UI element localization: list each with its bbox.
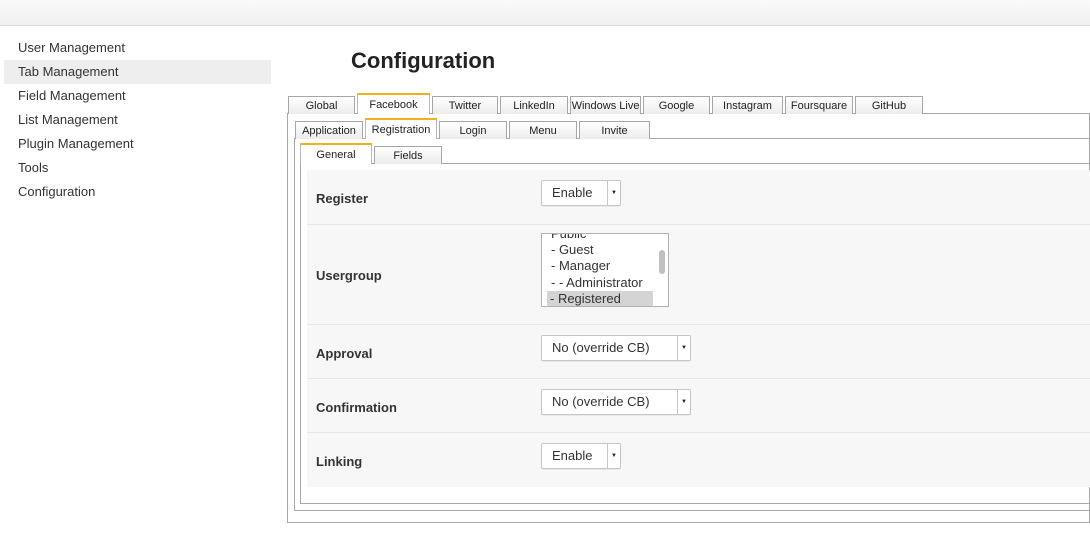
tab-fields[interactable]: Fields [374,146,442,164]
chevron-down-icon: ▼ [677,390,690,414]
tab-twitter[interactable]: Twitter [432,96,498,114]
confirmation-label: Confirmation [316,400,397,415]
usergroup-option[interactable]: - Manager [548,258,652,274]
scrollbar-thumb[interactable] [659,250,665,274]
sidebar-item-field-management[interactable]: Field Management [4,84,271,108]
usergroup-option[interactable]: Public [548,234,652,242]
sidebar-item-tab-management[interactable]: Tab Management [4,60,271,84]
tab-login[interactable]: Login [439,121,507,139]
chevron-down-icon: ▼ [607,181,620,205]
tab-instagram[interactable]: Instagram [712,96,783,114]
tab-windows-live[interactable]: Windows Live [570,96,641,114]
tab-menu[interactable]: Menu [509,121,577,139]
approval-select-value: No (override CB) [552,340,650,355]
sidebar-item-configuration[interactable]: Configuration [4,180,271,204]
usergroup-listbox[interactable]: Public - Guest - Manager - - Administrat… [541,233,669,307]
subsection-tabs: General Fields [300,143,444,164]
tab-google[interactable]: Google [643,96,710,114]
tab-linkedin[interactable]: LinkedIn [500,96,568,114]
form-row-register: Register Enable ▼ [307,170,1090,225]
registration-form: Register Enable ▼ Usergroup Public - Gue… [307,170,1090,488]
register-select[interactable]: Enable ▼ [541,180,621,206]
form-row-linking: Linking Enable ▼ [307,433,1090,487]
chevron-down-icon: ▼ [607,444,620,468]
usergroup-option[interactable]: - Guest [548,242,652,258]
linking-select[interactable]: Enable ▼ [541,443,621,469]
linking-select-value: Enable [552,448,593,463]
form-row-approval: Approval No (override CB) ▼ [307,325,1090,379]
linking-label: Linking [316,454,363,469]
page-title: Configuration [351,48,496,73]
sidebar-item-plugin-management[interactable]: Plugin Management [4,132,271,156]
confirmation-select[interactable]: No (override CB) ▼ [541,389,691,415]
register-select-value: Enable [552,185,593,200]
provider-tabs: Global Facebook Twitter LinkedIn Windows… [288,93,925,114]
chevron-down-icon: ▼ [677,336,690,360]
section-tabs: Application Registration Login Menu Invi… [295,118,652,139]
tab-general[interactable]: General [300,143,372,164]
tab-facebook[interactable]: Facebook [357,93,430,114]
sidebar: User Management Tab Management Field Man… [4,36,271,204]
form-row-confirmation: Confirmation No (override CB) ▼ [307,379,1090,433]
confirmation-select-value: No (override CB) [552,394,650,409]
tab-foursquare[interactable]: Foursquare [785,96,853,114]
approval-select[interactable]: No (override CB) ▼ [541,335,691,361]
tab-global[interactable]: Global [288,96,355,114]
browser-top-bar [0,0,1090,26]
tab-invite[interactable]: Invite [579,121,650,139]
register-label: Register [316,191,369,206]
sidebar-item-list-management[interactable]: List Management [4,108,271,132]
tab-github[interactable]: GitHub [855,96,923,114]
usergroup-option-selected[interactable]: - Registered [547,291,653,306]
usergroup-label: Usergroup [316,268,382,283]
usergroup-option[interactable]: - - Administrator [548,275,652,291]
sidebar-item-tools[interactable]: Tools [4,156,271,180]
tab-registration[interactable]: Registration [365,118,437,139]
sidebar-item-user-management[interactable]: User Management [4,36,271,60]
approval-label: Approval [316,346,373,361]
usergroup-scrollbar[interactable] [658,236,666,304]
form-row-usergroup: Usergroup Public - Guest - Manager - - A… [307,225,1090,325]
tab-application[interactable]: Application [295,121,363,139]
